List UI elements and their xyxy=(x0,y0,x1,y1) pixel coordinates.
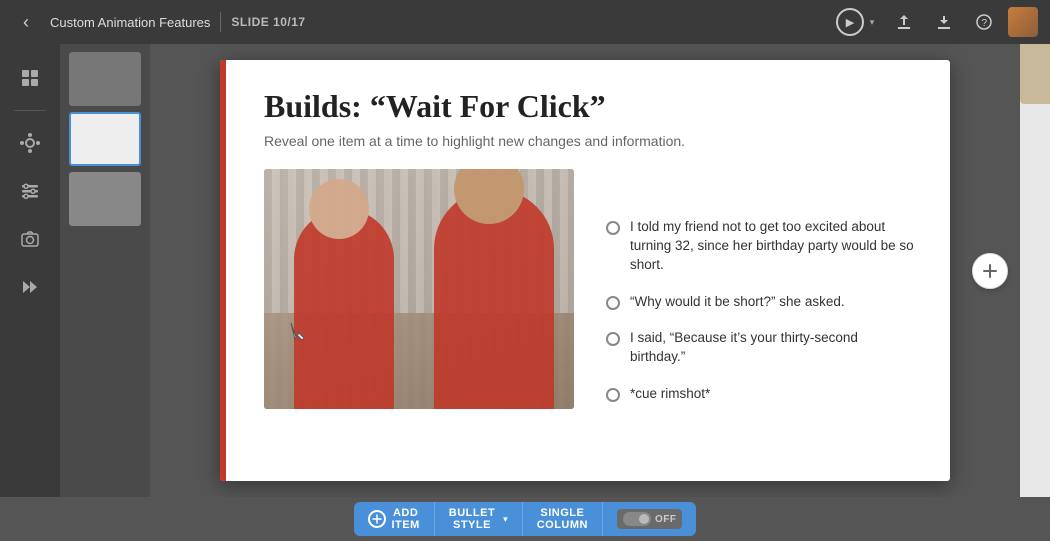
bullet-item: I told my friend not to get too excited … xyxy=(606,218,914,275)
slide-thumbnail[interactable] xyxy=(69,52,141,106)
single-label: SINGLE xyxy=(540,507,584,519)
top-bar-left: ‹ Custom Animation Features SLIDE 10/17 xyxy=(12,8,826,36)
add-item-button[interactable]: ADD ITEM xyxy=(354,502,435,536)
toggle-section[interactable]: OFF xyxy=(603,502,697,536)
bullet-circle xyxy=(606,221,620,235)
title-divider xyxy=(220,12,221,32)
slides-panel xyxy=(60,44,150,497)
bullet-circle xyxy=(606,296,620,310)
slide-counter: SLIDE 10/17 xyxy=(231,15,305,29)
bullet-text: *cue rimshot* xyxy=(630,385,710,404)
style-label: STYLE xyxy=(453,519,491,531)
slide-thumbnail-active[interactable] xyxy=(69,112,141,166)
slide-thumbnail[interactable] xyxy=(69,172,141,226)
slide-image xyxy=(264,169,574,409)
column-label: COLUMN xyxy=(537,519,588,531)
bullet-style-button[interactable]: BULLET STYLE ▾ xyxy=(435,502,523,536)
bullet-circle xyxy=(606,388,620,402)
left-sidebar xyxy=(0,44,60,497)
bullet-circle xyxy=(606,332,620,346)
bullet-text: I said, “Because it’s your thirty-second… xyxy=(630,329,914,367)
slide-content: Builds: “Wait For Click” Reveal one item… xyxy=(220,60,950,481)
sidebar-item-apps[interactable] xyxy=(8,121,52,165)
share-button[interactable] xyxy=(888,6,920,38)
avatar[interactable] xyxy=(1008,7,1038,37)
slide-subtitle: Reveal one item at a time to highlight n… xyxy=(264,133,914,149)
main-layout: Builds: “Wait For Click” Reveal one item… xyxy=(0,44,1050,497)
slide-bullets: I told my friend not to get too excited … xyxy=(598,169,914,453)
add-label: ADD xyxy=(393,507,418,519)
top-bar-right: ▶ ▾ ? xyxy=(836,6,1038,38)
slide-canvas: Builds: “Wait For Click” Reveal one item… xyxy=(220,60,950,481)
bullet-style-dropdown-arrow: ▾ xyxy=(503,514,508,525)
play-button[interactable]: ▶ xyxy=(836,8,864,36)
presentation-title: Custom Animation Features xyxy=(50,15,210,30)
download-button[interactable] xyxy=(928,6,960,38)
slide-accent-bar xyxy=(220,60,226,481)
slide-title: Builds: “Wait For Click” xyxy=(264,88,914,125)
bottom-toolbar: ADD ITEM BULLET STYLE ▾ SINGLE COLUMN OF… xyxy=(0,497,1050,541)
figure-left xyxy=(294,209,394,409)
add-slide-button[interactable] xyxy=(972,253,1008,289)
sidebar-item-camera[interactable] xyxy=(8,217,52,261)
sidebar-divider xyxy=(14,110,46,111)
bullet-label: BULLET xyxy=(449,507,495,519)
play-dropdown-button[interactable]: ▾ xyxy=(864,8,880,36)
sidebar-item-skip[interactable] xyxy=(8,265,52,309)
single-column-button[interactable]: SINGLE COLUMN xyxy=(523,502,603,536)
toggle-box[interactable]: OFF xyxy=(617,509,683,529)
content-area: Builds: “Wait For Click” Reveal one item… xyxy=(150,44,1020,497)
sidebar-item-grid[interactable] xyxy=(8,56,52,100)
slide-body: I told my friend not to get too excited … xyxy=(264,169,914,453)
bullet-item: “Why would it be short?” she asked. xyxy=(606,293,914,312)
bullet-text: “Why would it be short?” she asked. xyxy=(630,293,845,312)
right-panel xyxy=(1020,44,1050,497)
back-button[interactable]: ‹ xyxy=(12,8,40,36)
toolbar-pill: ADD ITEM BULLET STYLE ▾ SINGLE COLUMN OF… xyxy=(354,502,697,536)
sidebar-item-settings[interactable] xyxy=(8,169,52,213)
bullet-text: I told my friend not to get too excited … xyxy=(630,218,914,275)
slide-image-inner xyxy=(264,169,574,409)
help-button[interactable]: ? xyxy=(968,6,1000,38)
svg-text:?: ? xyxy=(982,18,988,29)
right-panel-accent xyxy=(1020,44,1050,104)
toggle-indicator xyxy=(623,512,651,526)
play-button-group[interactable]: ▶ ▾ xyxy=(836,8,880,36)
bullet-item: I said, “Because it’s your thirty-second… xyxy=(606,329,914,367)
top-bar: ‹ Custom Animation Features SLIDE 10/17 … xyxy=(0,0,1050,44)
toggle-off-label: OFF xyxy=(655,514,677,525)
bullet-item: *cue rimshot* xyxy=(606,385,914,404)
item-label: ITEM xyxy=(392,519,420,531)
figure-right xyxy=(434,189,554,409)
plus-icon xyxy=(368,510,386,528)
